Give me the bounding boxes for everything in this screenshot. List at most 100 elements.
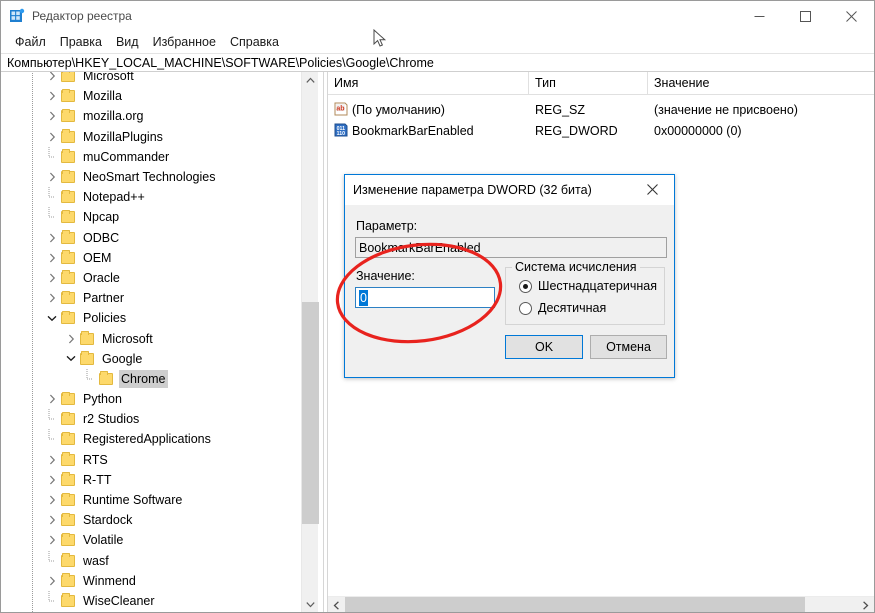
tree-item-mozilla[interactable]: Mozilla <box>1 86 306 106</box>
tree-item-wasf[interactable]: wasf <box>1 550 306 571</box>
tree-item-label: Npcap <box>83 210 120 225</box>
folder-icon <box>79 331 96 346</box>
menu-file[interactable]: Файл <box>8 33 53 52</box>
folder-icon <box>98 371 115 386</box>
menu-edit[interactable]: Правка <box>53 33 109 52</box>
chevron-right-icon[interactable] <box>44 248 60 268</box>
tree-scroll-thumb[interactable] <box>302 302 319 524</box>
column-header-value[interactable]: Значение <box>648 72 874 94</box>
tree-item-label: Stardock <box>83 513 133 528</box>
value-data: (значение не присвоено) <box>654 102 798 117</box>
ok-button[interactable]: OK <box>505 335 583 359</box>
tree-item-r-tt[interactable]: R-TT <box>1 470 306 490</box>
tree-item-volatile[interactable]: Volatile <box>1 530 306 550</box>
folder-icon <box>60 169 77 184</box>
tree-item-python[interactable]: Python <box>1 389 306 409</box>
tree-connector-icon <box>44 409 60 429</box>
tree-item-mozilla-org[interactable]: mozilla.org <box>1 106 306 126</box>
chevron-right-icon[interactable] <box>44 571 60 591</box>
maximize-button[interactable] <box>782 1 828 31</box>
scroll-down-icon[interactable] <box>302 596 319 612</box>
values-scroll-thumb[interactable] <box>345 597 805 612</box>
folder-icon <box>60 492 77 507</box>
tree-item-neosmart-technologies[interactable]: NeoSmart Technologies <box>1 167 306 187</box>
tree-item-google[interactable]: Google <box>1 349 306 369</box>
dialog-close-button[interactable] <box>630 175 674 204</box>
radio-hexadecimal[interactable]: Шестнадцатеричная <box>519 279 657 293</box>
tree-item-npcap[interactable]: Npcap <box>1 207 306 227</box>
chevron-right-icon[interactable] <box>44 127 60 147</box>
tree-item-oracle[interactable]: Oracle <box>1 268 306 288</box>
title-bar: Редактор реестра <box>1 1 874 31</box>
chevron-down-icon[interactable] <box>44 308 60 328</box>
menu-favorites[interactable]: Избранное <box>146 33 223 52</box>
tree-item-label: ODBC <box>83 230 120 245</box>
folder-icon <box>60 391 77 406</box>
dword-value-icon: 011 110 <box>333 122 349 138</box>
chevron-right-icon[interactable] <box>63 329 79 349</box>
tree-vertical-scrollbar[interactable] <box>301 72 319 612</box>
tree-item-oem[interactable]: OEM <box>1 248 306 268</box>
table-row[interactable]: 011 110 BookmarkBarEnabled REG_DWORD 0x0… <box>328 120 874 141</box>
tree-item-mozillaplugins[interactable]: MozillaPlugins <box>1 127 306 147</box>
tree-item-policies[interactable]: Policies <box>1 308 306 328</box>
chevron-right-icon[interactable] <box>44 106 60 126</box>
address-bar[interactable]: Компьютер\HKEY_LOCAL_MACHINE\SOFTWARE\Po… <box>1 53 874 72</box>
cancel-button[interactable]: Отмена <box>590 335 667 359</box>
chevron-right-icon[interactable] <box>44 490 60 510</box>
minimize-button[interactable] <box>736 1 782 31</box>
column-header-type[interactable]: Тип <box>529 72 648 94</box>
tree-item-winmend[interactable]: Winmend <box>1 571 306 591</box>
scroll-right-icon[interactable] <box>857 597 874 612</box>
folder-icon <box>60 411 77 426</box>
chevron-right-icon[interactable] <box>44 268 60 288</box>
radio-decimal-label: Десятичная <box>538 301 607 315</box>
tree-item-partner[interactable]: Partner <box>1 288 306 308</box>
tree-item-label: Google <box>102 351 143 366</box>
column-header-name[interactable]: Имя <box>328 72 529 94</box>
tree-connector-icon <box>44 187 60 207</box>
folder-icon <box>60 72 77 83</box>
tree-item-runtime-software[interactable]: Runtime Software <box>1 490 306 510</box>
tree-item-rts[interactable]: RTS <box>1 450 306 470</box>
chevron-right-icon[interactable] <box>44 470 60 490</box>
scroll-up-icon[interactable] <box>302 72 319 89</box>
tree-item-microsoft[interactable]: Microsoft <box>1 328 306 348</box>
chevron-right-icon[interactable] <box>44 86 60 106</box>
chevron-right-icon[interactable] <box>44 167 60 187</box>
chevron-right-icon[interactable] <box>44 389 60 409</box>
tree-item-odbc[interactable]: ODBC <box>1 228 306 248</box>
table-row[interactable]: ab (По умолчанию) REG_SZ (значение не пр… <box>328 99 874 120</box>
chevron-right-icon[interactable] <box>44 510 60 530</box>
tree-item-mucommander[interactable]: muCommander <box>1 146 306 167</box>
tree-item-label: Runtime Software <box>83 493 183 508</box>
tree-item-registeredapplications[interactable]: RegisteredApplications <box>1 429 306 449</box>
menu-view[interactable]: Вид <box>109 33 146 52</box>
values-horizontal-scrollbar[interactable] <box>328 596 874 612</box>
tree-item-label: mozilla.org <box>83 109 144 124</box>
value-data-field[interactable]: 0 <box>355 287 495 308</box>
chevron-down-icon[interactable] <box>63 349 79 369</box>
chevron-right-icon[interactable] <box>44 288 60 308</box>
chevron-right-icon[interactable] <box>44 530 60 550</box>
tree-item-notepad[interactable]: Notepad++ <box>1 187 306 207</box>
chevron-right-icon[interactable] <box>44 450 60 470</box>
close-button[interactable] <box>828 1 874 31</box>
tree-item-wisecleaner[interactable]: WiseCleaner <box>1 590 306 611</box>
scroll-left-icon[interactable] <box>328 597 345 612</box>
tree-item-stardock[interactable]: Stardock <box>1 510 306 530</box>
tree-item-label: Notepad++ <box>83 190 145 205</box>
folder-icon <box>60 431 77 446</box>
chevron-right-icon[interactable] <box>44 228 60 248</box>
folder-icon <box>60 108 77 123</box>
radio-decimal[interactable]: Десятичная <box>519 301 606 315</box>
menu-help[interactable]: Справка <box>223 33 286 52</box>
registry-editor-window: Редактор реестра Файл Правка Вид Избранн… <box>0 0 875 613</box>
registry-tree-pane[interactable]: Microsoft Mozilla mozilla.org MozillaPlugin… <box>1 72 323 612</box>
radio-selected-icon <box>519 279 532 293</box>
chevron-right-icon[interactable] <box>44 72 60 86</box>
tree-item-microsoft[interactable]: Microsoft <box>1 72 306 86</box>
parameter-name-field[interactable]: BookmarkBarEnabled <box>355 237 667 258</box>
tree-item-chrome[interactable]: Chrome <box>1 368 306 389</box>
tree-item-r2-studios[interactable]: r2 Studios <box>1 409 306 429</box>
